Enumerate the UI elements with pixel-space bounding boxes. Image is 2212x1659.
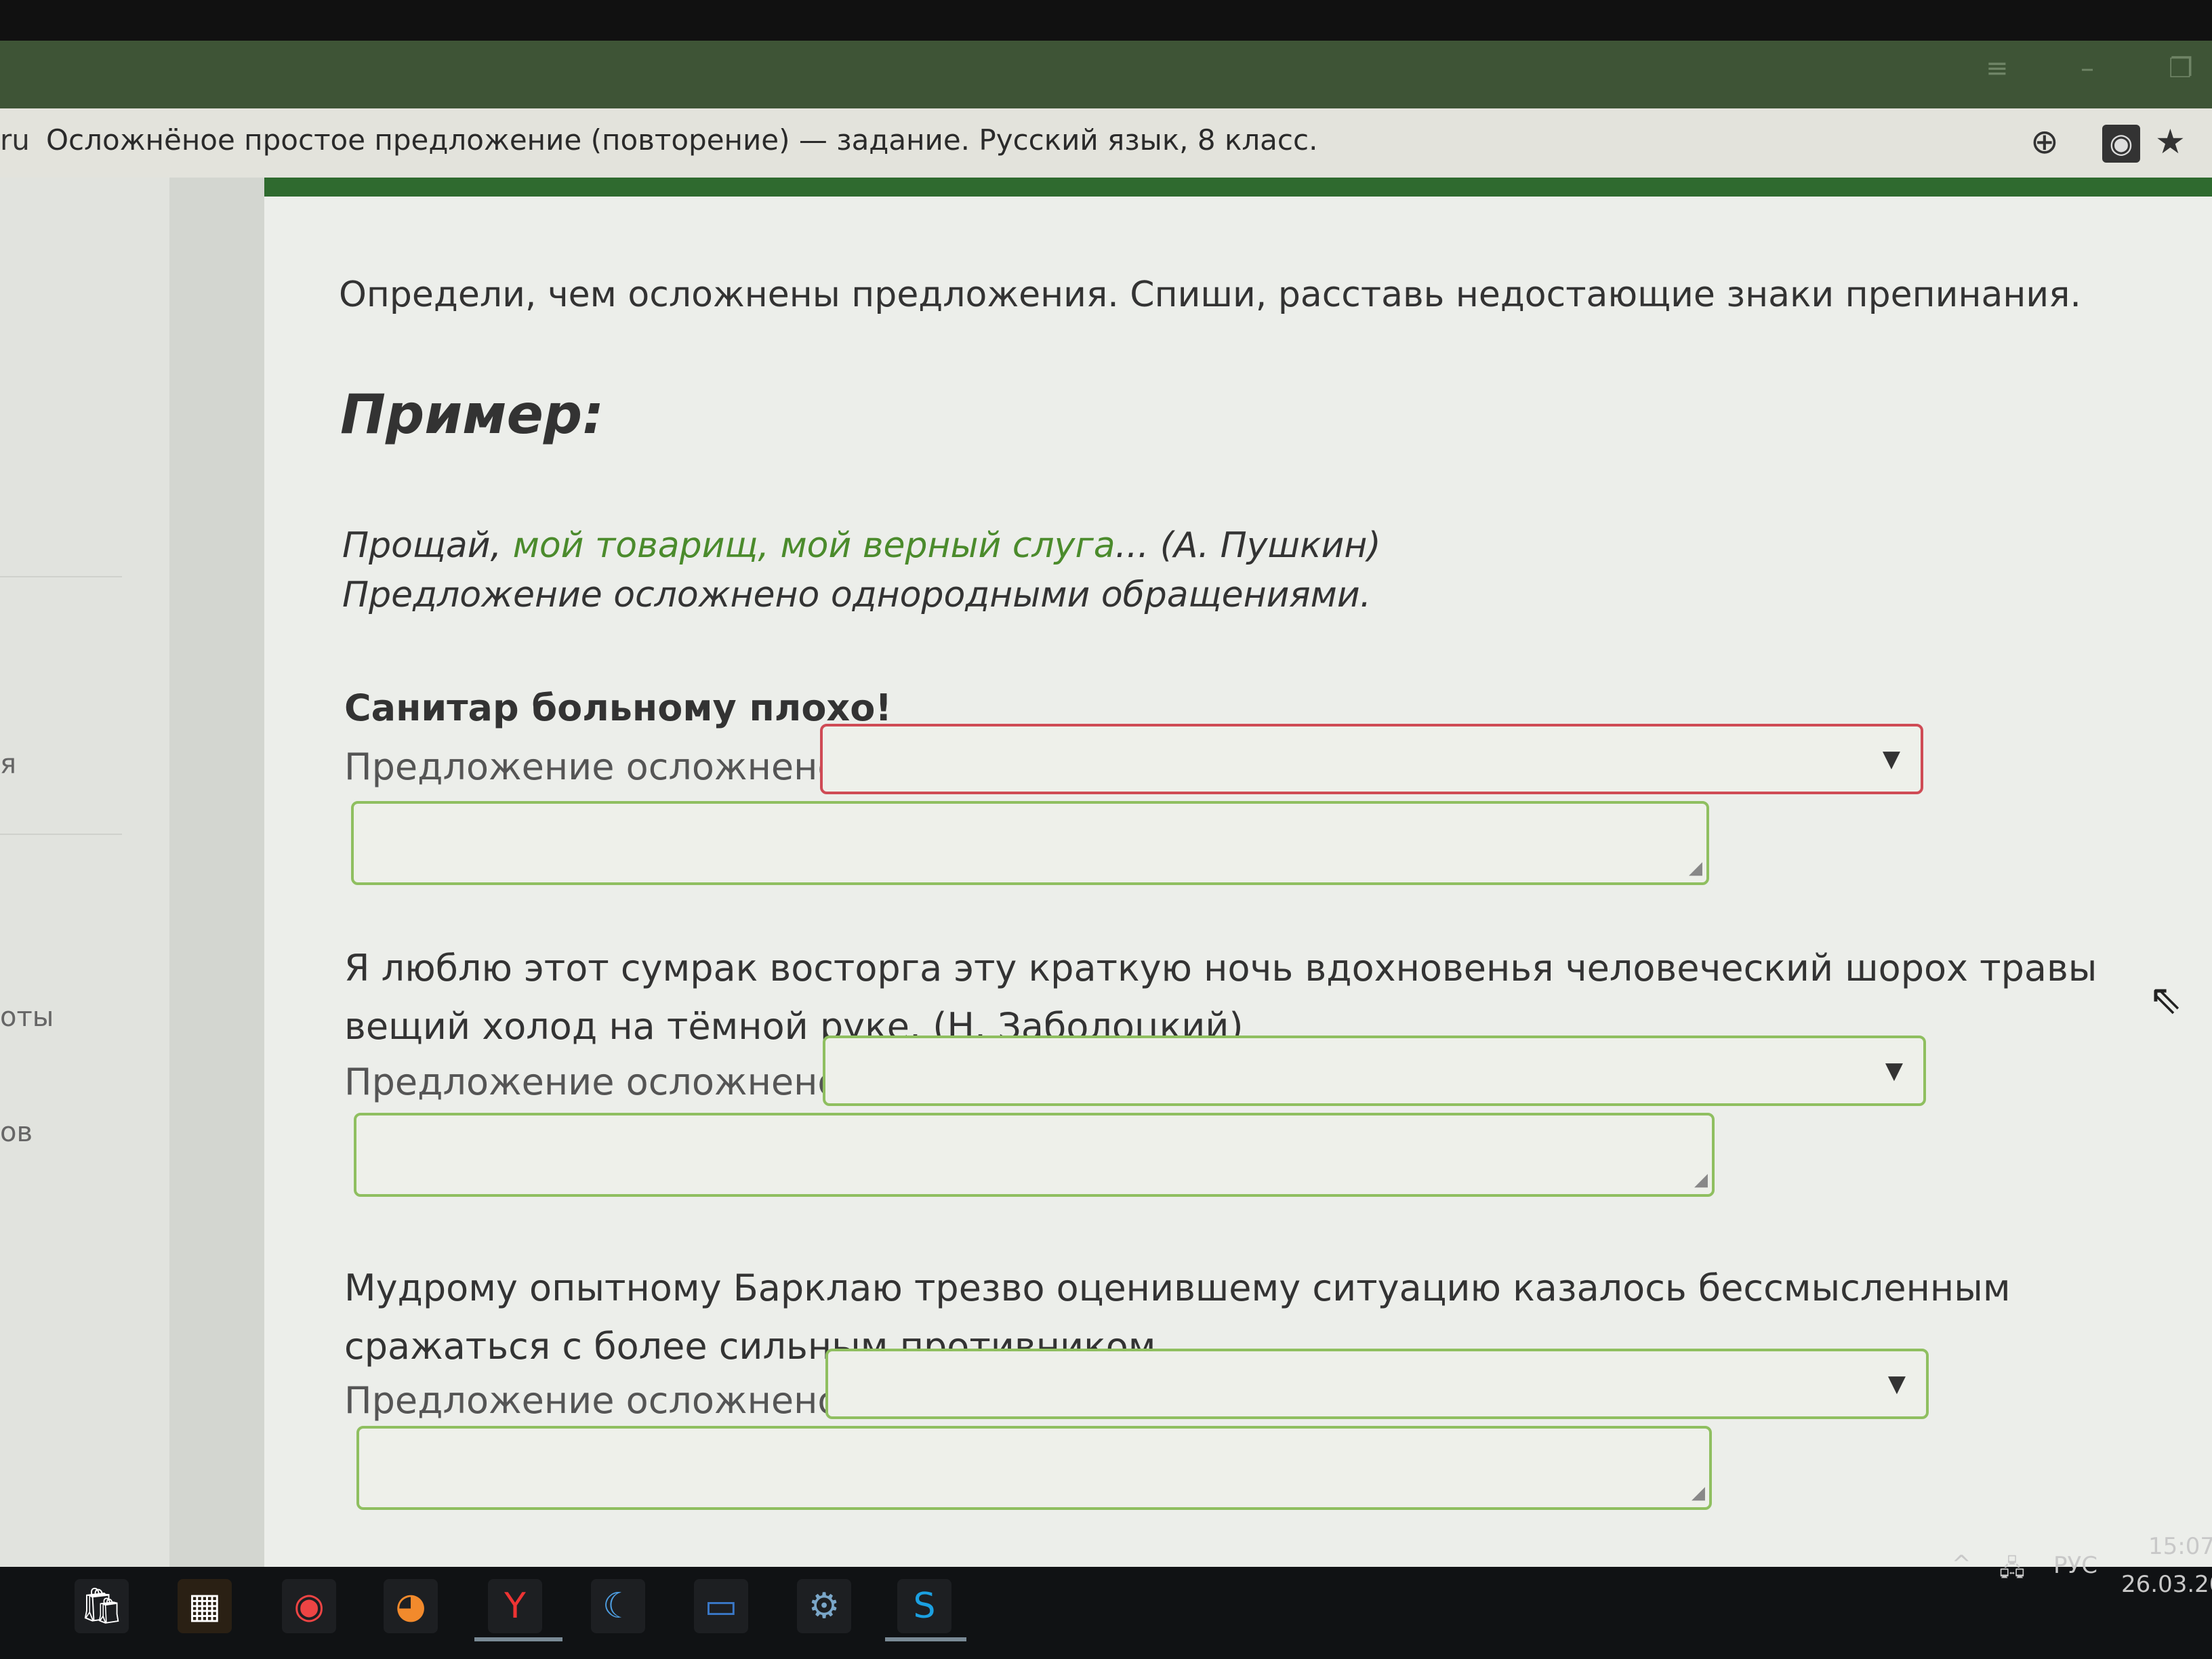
cube-app-icon[interactable]: ▦ xyxy=(178,1579,232,1633)
active-app-indicator xyxy=(474,1637,562,1641)
screen-bezel xyxy=(0,0,2212,41)
example-sentence-start: Прощай, xyxy=(342,525,502,566)
chevron-down-icon: ▼ xyxy=(1887,1370,1906,1397)
example-sentence: Прощай, мой товарищ, мой верный слуга...… xyxy=(342,525,1381,566)
task-instruction: Определи, чем осложнены предложения. Спи… xyxy=(339,274,2081,315)
sidebar xyxy=(0,178,169,1567)
content-header-bar xyxy=(264,178,2212,197)
clock-time[interactable]: 15:07 xyxy=(2148,1533,2212,1560)
example-explanation: Предложение осложнено однородными обраще… xyxy=(342,575,1372,615)
address-domain: ru xyxy=(0,123,30,157)
complication-select[interactable]: ▼ xyxy=(823,1036,1926,1106)
complication-label: Предложение осложнено xyxy=(344,1379,840,1422)
complication-label: Предложение осложнено xyxy=(344,1061,840,1103)
browser-titlebar xyxy=(0,41,2212,108)
sidebar-item[interactable]: я xyxy=(0,749,16,780)
answer-input[interactable]: ◢ xyxy=(354,1113,1715,1197)
skype-icon[interactable]: S xyxy=(897,1579,951,1633)
network-icon[interactable]: 🖧 xyxy=(1999,1552,2025,1591)
chevron-down-icon: ▼ xyxy=(1885,1057,1903,1084)
zoom-icon[interactable]: ⊕ xyxy=(2030,122,2059,161)
example-sentence-end: ... (А. Пушкин) xyxy=(1115,525,1381,566)
language-indicator[interactable]: РУС xyxy=(2053,1552,2097,1579)
resize-grip-icon[interactable]: ◢ xyxy=(1689,858,1702,878)
resize-grip-icon[interactable]: ◢ xyxy=(1692,1483,1705,1503)
sidebar-item[interactable]: оты xyxy=(0,1002,54,1033)
restore-icon[interactable]: ❐ xyxy=(2169,53,2193,84)
tray-chevron-icon[interactable]: ^ xyxy=(1952,1551,1971,1578)
complication-select[interactable]: ▼ xyxy=(820,724,1923,794)
clock-date[interactable]: 26.03.201 xyxy=(2121,1571,2212,1598)
moon-app-icon[interactable]: ☾ xyxy=(591,1579,645,1633)
sidebar-divider xyxy=(0,834,122,835)
firefox-icon[interactable]: ◕ xyxy=(384,1579,438,1633)
steam-icon[interactable]: ⚙ xyxy=(797,1579,851,1633)
yandex-browser-icon[interactable]: Y xyxy=(488,1579,542,1633)
monitor-app-icon[interactable]: ▭ xyxy=(694,1579,748,1633)
sidebar-edge xyxy=(169,178,264,1567)
example-heading: Пример: xyxy=(340,383,605,446)
answer-input[interactable]: ◢ xyxy=(351,801,1709,885)
active-app-indicator xyxy=(885,1637,966,1641)
complication-select[interactable]: ▼ xyxy=(825,1349,1929,1419)
chrome-icon[interactable]: ◉ xyxy=(282,1579,336,1633)
star-icon[interactable]: ★ xyxy=(2155,122,2186,161)
example-highlight: мой товарищ, мой верный слуга xyxy=(501,525,1115,566)
minimize-icon[interactable]: – xyxy=(2081,53,2094,84)
answer-input[interactable]: ◢ xyxy=(356,1426,1712,1510)
mouse-cursor-icon: ⇖ xyxy=(2148,976,2183,1023)
extension-icon[interactable]: ◉ xyxy=(2102,125,2140,163)
windows-store-icon[interactable]: 🛍 xyxy=(75,1579,129,1633)
complication-label: Предложение осложнено xyxy=(344,745,840,788)
sidebar-item[interactable]: ов xyxy=(0,1117,33,1148)
page-title: Осложнёное простое предложение (повторен… xyxy=(46,123,1318,157)
resize-grip-icon[interactable]: ◢ xyxy=(1694,1170,1708,1190)
sidebar-divider xyxy=(0,576,122,577)
chevron-down-icon: ▼ xyxy=(1882,745,1900,773)
menu-icon[interactable]: ≡ xyxy=(1986,53,2009,84)
